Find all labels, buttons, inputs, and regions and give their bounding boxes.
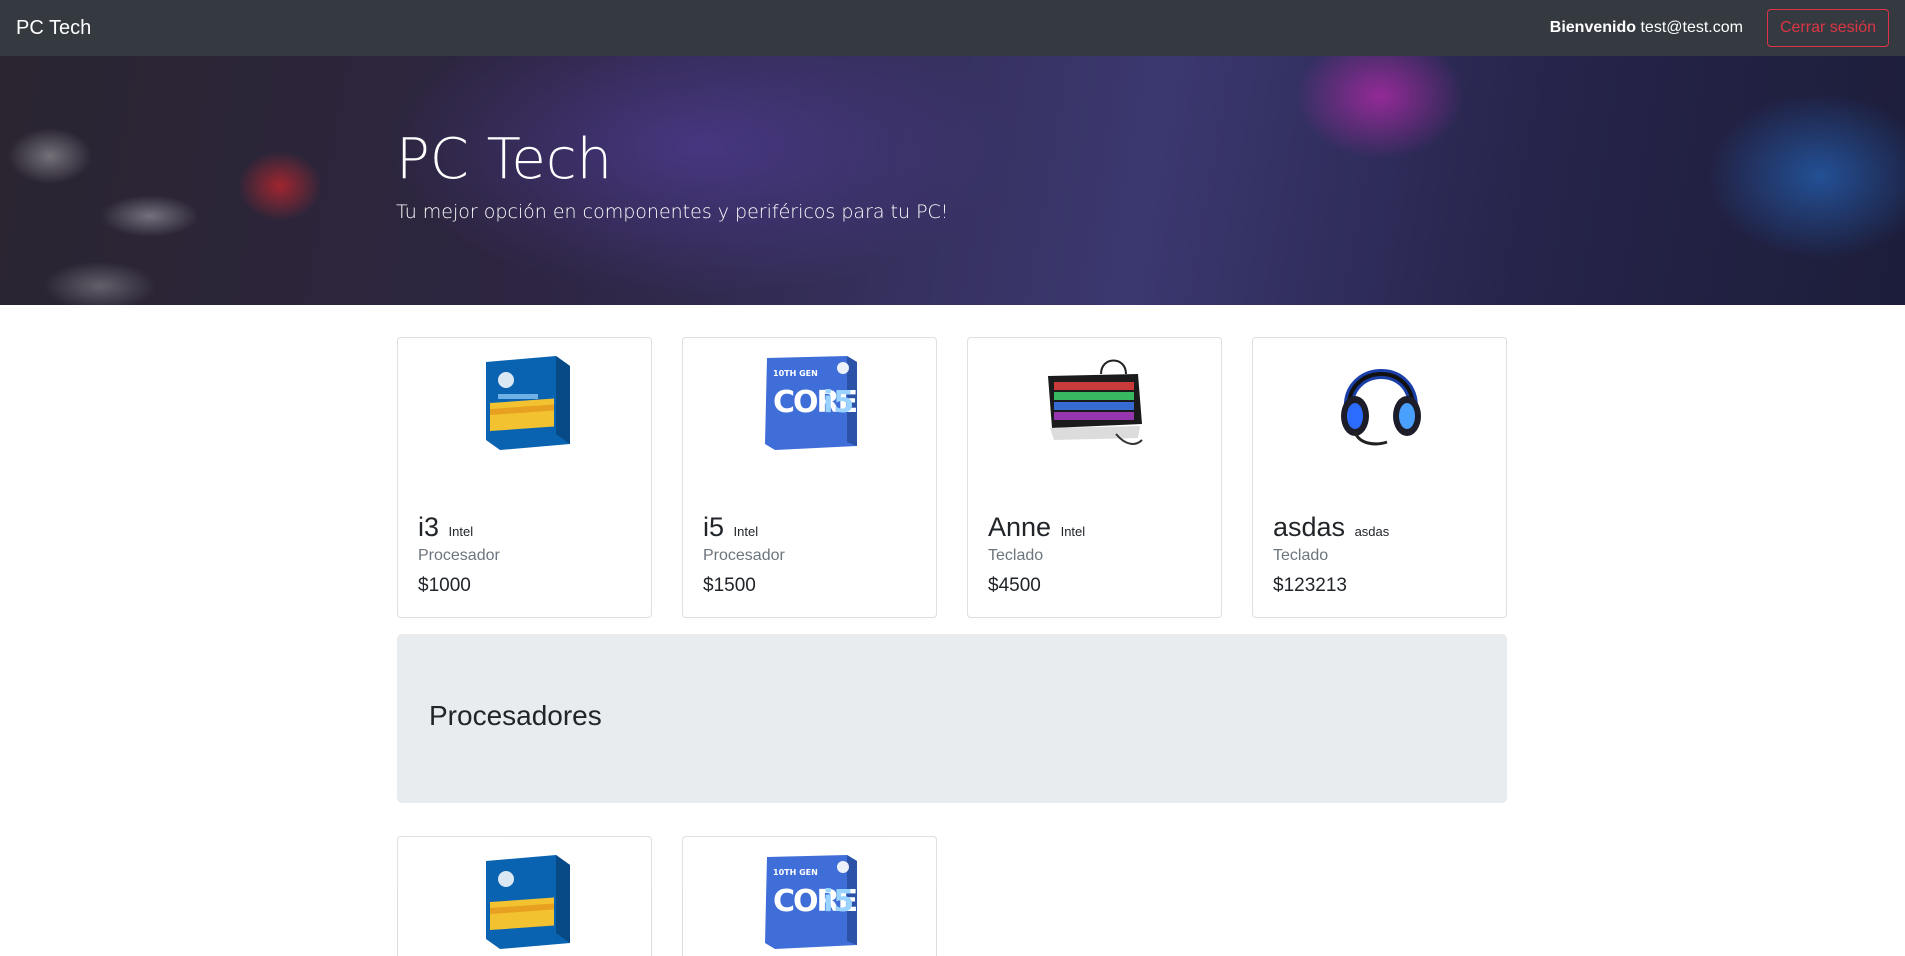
product-name: i5 [703, 512, 725, 542]
svg-text:10TH GEN: 10TH GEN [773, 868, 818, 877]
category-section-header: Procesadores [397, 634, 1507, 803]
product-name: Anne [988, 512, 1052, 542]
product-card[interactable]: 10TH GEN CORE i5 i5 Intel Procesador $15… [682, 337, 937, 618]
product-price: $4500 [988, 575, 1041, 596]
top-navbar: PC Tech Bienvenido test@test.com Cerrar … [0, 0, 1905, 56]
svg-text:i5: i5 [823, 385, 854, 420]
product-category: Procesador [703, 547, 785, 564]
intel-core-i3-box-image [486, 855, 570, 949]
welcome-text: Bienvenido test@test.com [1550, 19, 1743, 37]
navbar-user-area: Bienvenido test@test.com Cerrar sesión [1550, 9, 1889, 47]
product-category: Teclado [1273, 547, 1329, 564]
product-category: Procesador [418, 547, 500, 564]
product-brand: asdas [1354, 524, 1390, 539]
hero-banner: PC Tech Tu mejor opción en componentes y… [0, 56, 1905, 305]
gaming-headset-image [1341, 369, 1421, 446]
product-brand: Intel [733, 524, 759, 539]
product-card[interactable]: 10TH GEN CORE i5 [682, 836, 937, 956]
section-title: Procesadores [429, 700, 602, 731]
product-card[interactable]: i3 Intel Procesador $1000 [397, 337, 652, 618]
product-brand: Intel [1060, 524, 1086, 539]
product-category: Teclado [988, 547, 1044, 564]
rgb-keyboard-image [1048, 359, 1143, 445]
intel-core-i3-box-image [486, 356, 570, 450]
intel-core-i5-box-image: 10TH GEN CORE i5 [765, 356, 858, 450]
intel-core-i5-box-image: 10TH GEN CORE i5 [765, 855, 858, 949]
svg-text:i5: i5 [823, 884, 854, 919]
product-price: $123213 [1273, 575, 1347, 596]
product-price: $1500 [703, 575, 756, 596]
hero-subtitle: Tu mejor opción en componentes y perifér… [396, 201, 949, 223]
welcome-label: Bienvenido [1549, 19, 1637, 36]
hero-title: PC Tech [396, 127, 613, 192]
logout-button[interactable]: Cerrar sesión [1766, 9, 1889, 47]
product-price: $1000 [418, 575, 471, 596]
product-card[interactable] [397, 836, 652, 956]
product-name: asdas [1273, 512, 1346, 542]
product-card[interactable]: asdas asdas Teclado $123213 [1252, 337, 1507, 618]
user-email: test@test.com [1640, 19, 1743, 36]
product-name: i3 [418, 512, 440, 542]
product-card[interactable]: Anne Intel Teclado $4500 [967, 337, 1222, 618]
svg-text:10TH GEN: 10TH GEN [773, 369, 818, 378]
navbar-brand[interactable]: PC Tech [16, 16, 91, 40]
product-brand: Intel [448, 524, 474, 539]
